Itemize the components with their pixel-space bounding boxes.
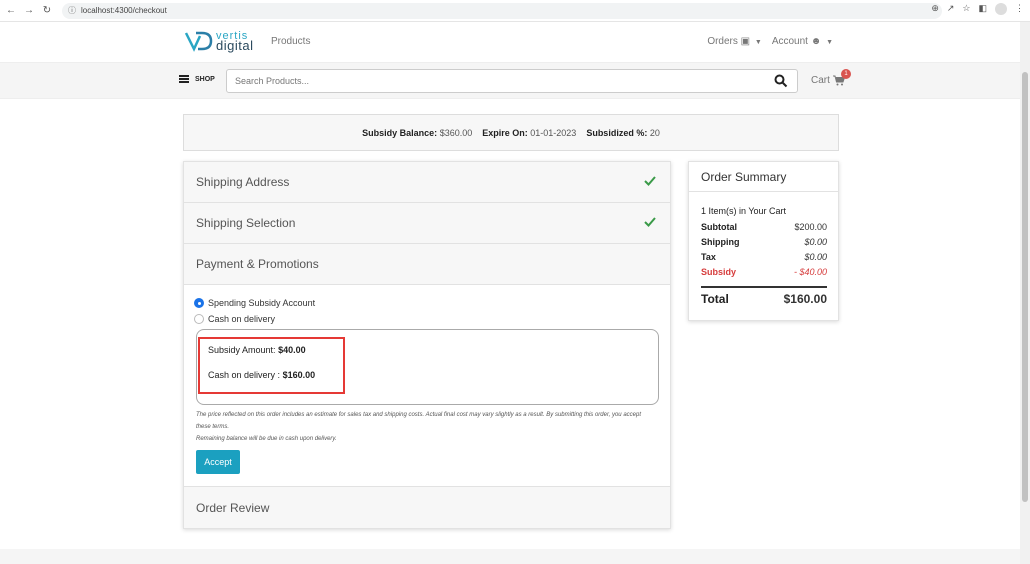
order-summary-card: Order Summary 1 Item(s) in Your Cart Sub… — [688, 161, 839, 321]
logo-mark-icon — [184, 31, 213, 52]
orders-label: Orders — [707, 36, 738, 47]
bookmark-star-icon[interactable]: ☆ — [962, 3, 970, 15]
radio-button[interactable] — [194, 314, 204, 324]
order-review-title: Order Review — [196, 500, 270, 515]
radio-button-selected[interactable] — [194, 298, 204, 308]
total-row: Total $160.00 — [701, 292, 827, 306]
radio-spending-subsidy[interactable]: Spending Subsidy Account — [194, 298, 315, 308]
order-summary-title: Order Summary — [689, 162, 838, 192]
subsidy-banner: Subsidy Balance: $360.00 Expire On: 01-0… — [183, 114, 839, 151]
payment-promotions-title: Payment & Promotions — [196, 257, 319, 271]
page-scrollbar[interactable] — [1020, 22, 1030, 564]
search-bar-row: SHOP Cart 1 — [0, 62, 1020, 99]
radio-label: Cash on delivery — [208, 314, 276, 324]
subsidized-percent: Subsidized %: 20 — [586, 127, 660, 138]
cart-link[interactable]: Cart 1 — [811, 69, 851, 86]
site-info-icon[interactable]: ⓘ — [68, 5, 76, 16]
cart-label: Cart — [811, 75, 830, 86]
reload-icon[interactable]: ↻ — [40, 5, 54, 16]
accept-button[interactable]: Accept — [196, 450, 240, 474]
nav-products-link[interactable]: Products — [271, 36, 310, 47]
subtotal-row: Subtotal $200.00 — [701, 222, 827, 232]
chevron-down-icon: ▼ — [754, 39, 762, 46]
checkmark-icon — [644, 176, 656, 186]
side-panel-icon[interactable]: ◧ — [978, 3, 987, 15]
order-review-header[interactable]: Order Review — [184, 487, 670, 528]
radio-cash-on-delivery[interactable]: Cash on delivery — [194, 314, 275, 324]
search-icon[interactable] — [774, 74, 788, 88]
url-text: localhost:4300/checkout — [81, 6, 167, 15]
disclaimer-text: The price reflected on this order includ… — [196, 412, 641, 442]
subsidy-balance: Subsidy Balance: $360.00 — [362, 127, 473, 138]
search-input[interactable] — [226, 69, 798, 93]
user-circle-icon: ☻ — [810, 36, 822, 47]
shop-label: SHOP — [195, 75, 215, 83]
browser-menu-icon[interactable]: ⋮ — [1015, 3, 1024, 15]
shipping-address-header[interactable]: Shipping Address — [184, 162, 670, 203]
nav-account[interactable]: Account ☻ ▼ — [772, 36, 833, 47]
checkout-accordion: Shipping Address Shipping Selection Paym… — [183, 161, 671, 529]
nav-orders[interactable]: Orders ▣ ▼ — [707, 36, 762, 47]
logo[interactable]: vertis digital — [184, 30, 253, 52]
tax-row: Tax $0.00 — [701, 252, 827, 262]
site-header: vertis digital Products Orders ▣ ▼ Accou… — [0, 22, 1020, 62]
zoom-icon[interactable]: ⊕ — [931, 3, 939, 15]
cash-on-delivery-line: Cash on delivery : $160.00 — [208, 370, 316, 380]
shipping-selection-title: Shipping Selection — [196, 216, 296, 230]
subsidy-row: Subsidy - $40.00 — [701, 267, 827, 277]
shipping-selection-header[interactable]: Shipping Selection — [184, 203, 670, 244]
browser-toolbar: ← → ↻ ⓘ localhost:4300/checkout ⊕ ↗ ☆ ◧ … — [0, 0, 1030, 22]
orders-icon: ▣ — [740, 36, 751, 47]
items-in-cart: 1 Item(s) in Your Cart — [701, 206, 787, 216]
back-icon[interactable]: ← — [4, 5, 18, 16]
radio-label: Spending Subsidy Account — [208, 298, 316, 308]
shop-menu-button[interactable]: SHOP — [179, 75, 215, 83]
scrollbar-thumb[interactable] — [1022, 72, 1028, 502]
shipping-address-title: Shipping Address — [196, 175, 290, 189]
chevron-down-icon: ▼ — [826, 39, 833, 46]
cart-count-badge: 1 — [841, 69, 851, 79]
summary-divider — [701, 286, 827, 288]
subsidy-amount-line: Subsidy Amount: $40.00 — [208, 345, 306, 355]
payment-promotions-header[interactable]: Payment & Promotions — [184, 244, 670, 285]
logo-text-digital: digital — [216, 38, 254, 53]
profile-avatar-icon[interactable] — [995, 3, 1007, 15]
checkmark-icon — [644, 217, 656, 227]
expire-on: Expire On: 01-01-2023 — [482, 127, 577, 138]
share-icon[interactable]: ↗ — [947, 3, 955, 15]
account-label: Account — [771, 36, 808, 47]
footer-strip — [0, 549, 1020, 564]
shipping-row: Shipping $0.00 — [701, 237, 827, 247]
cash-on-delivery-value: $160.00 — [282, 370, 316, 380]
forward-icon[interactable]: → — [22, 5, 36, 16]
payment-promotions-body: Spending Subsidy Account Cash on deliver… — [184, 285, 670, 487]
hamburger-icon — [179, 75, 189, 83]
address-bar[interactable]: ⓘ localhost:4300/checkout — [62, 2, 942, 19]
subsidy-amount-value: $40.00 — [278, 345, 306, 355]
